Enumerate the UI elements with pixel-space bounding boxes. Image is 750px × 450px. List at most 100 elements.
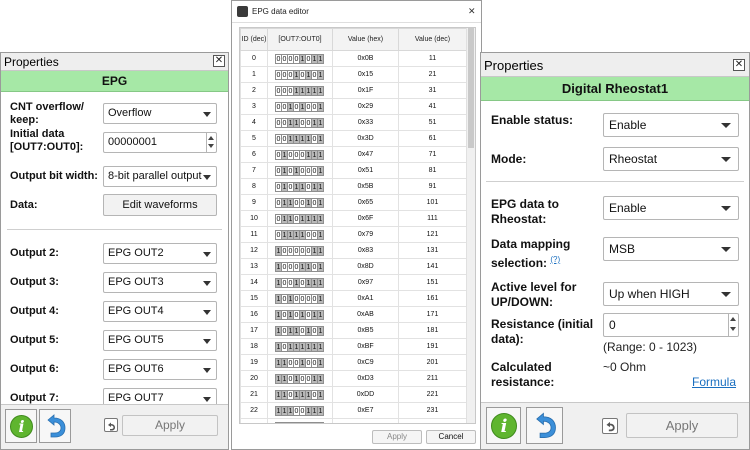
row-hex[interactable]: 0x79	[332, 226, 399, 243]
close-icon[interactable]: ✕	[213, 55, 225, 67]
row-hex[interactable]: 0x29	[332, 98, 399, 115]
col-header-bits[interactable]: [OUT7:OUT0]	[267, 28, 333, 51]
row-dec[interactable]: 131	[398, 242, 467, 259]
row-dec[interactable]: 111	[398, 210, 467, 227]
row-hex[interactable]: 0x1F	[332, 82, 399, 99]
table-row[interactable]: 9 0 1 1 0 0 1 0 1 0x65 101	[240, 194, 467, 211]
row-dec[interactable]: 51	[398, 114, 467, 131]
row-dec[interactable]: 81	[398, 162, 467, 179]
row-hex[interactable]: 0x5B	[332, 178, 399, 195]
bit-cell[interactable]: 1	[317, 213, 324, 224]
output-select[interactable]: EPG OUT3	[103, 272, 217, 293]
scrollbar-thumb[interactable]	[468, 28, 474, 148]
bit-cell[interactable]: 1	[317, 389, 324, 400]
bit-cell[interactable]: 1	[317, 197, 324, 208]
bit-cell[interactable]: 1	[317, 85, 324, 96]
table-row[interactable]: 6 0 1 0 0 0 1 1 1 0x47 71	[240, 146, 467, 163]
bit-cell[interactable]: 1	[317, 165, 324, 176]
table-row[interactable]: 16 1 0 1 0 1 0 1 1 0xAB 171	[240, 306, 467, 323]
row-hex[interactable]: 0xAB	[332, 306, 399, 323]
row-hex[interactable]: 0xE7	[332, 402, 399, 419]
mode-select[interactable]: Rheostat	[603, 147, 739, 171]
output-select[interactable]: EPG OUT5	[103, 330, 217, 351]
row-hex[interactable]: 0xDD	[332, 386, 399, 403]
row-hex[interactable]: 0xD3	[332, 370, 399, 387]
row-dec[interactable]: 211	[398, 370, 467, 387]
info-button[interactable]: i	[486, 407, 521, 444]
reset-button[interactable]	[104, 418, 118, 432]
bit-cell[interactable]: 1	[317, 261, 324, 272]
info-button[interactable]: i	[5, 409, 37, 443]
table-row[interactable]: 21 1 1 0 1 1 1 0 1 0xDD 221	[240, 386, 467, 403]
apply-button[interactable]: Apply	[122, 415, 218, 436]
row-dec[interactable]: 181	[398, 322, 467, 339]
bit-cell[interactable]: 1	[317, 53, 324, 64]
row-hex[interactable]: 0x97	[332, 274, 399, 291]
table-row[interactable]: 1 0 0 0 1 0 1 0 1 0x15 21	[240, 66, 467, 83]
spin-buttons[interactable]	[206, 133, 216, 152]
spin-down-icon[interactable]	[208, 144, 214, 148]
bit-cell[interactable]: 1	[317, 181, 324, 192]
data-mapping-select[interactable]: MSB	[603, 237, 739, 261]
epg-data-select[interactable]: Enable	[603, 196, 739, 220]
bit-cell[interactable]: 1	[317, 133, 324, 144]
bit-cell[interactable]: 1	[317, 245, 324, 256]
vertical-scrollbar[interactable]	[466, 28, 475, 423]
row-hex[interactable]: 0x51	[332, 162, 399, 179]
table-row[interactable]: 0 0 0 0 0 1 0 1 1 0x0B 11	[240, 50, 467, 67]
bit-cell[interactable]: 1	[317, 101, 324, 112]
table-row[interactable]: 11 0 1 1 1 1 0 0 1 0x79 121	[240, 226, 467, 243]
row-hex[interactable]: 0xB5	[332, 322, 399, 339]
table-row[interactable]: 20 1 1 0 1 0 0 1 1 0xD3 211	[240, 370, 467, 387]
spin-up-icon[interactable]	[208, 136, 214, 140]
col-header-dec[interactable]: Value (dec)	[398, 28, 467, 51]
row-hex[interactable]: 0x8D	[332, 258, 399, 275]
table-row[interactable]: 19 1 1 0 0 1 0 0 1 0xC9 201	[240, 354, 467, 371]
dialog-apply-button[interactable]: Apply	[372, 430, 422, 444]
edit-waveforms-button[interactable]: Edit waveforms	[103, 194, 217, 216]
undo-button[interactable]	[39, 409, 71, 443]
bit-cell[interactable]: 1	[317, 229, 324, 240]
row-dec[interactable]: 41	[398, 98, 467, 115]
resistance-input[interactable]: 0	[603, 313, 739, 337]
table-row[interactable]: 8 0 1 0 1 1 0 1 1 0x5B 91	[240, 178, 467, 195]
table-row[interactable]: 4 0 0 1 1 0 0 1 1 0x33 51	[240, 114, 467, 131]
row-hex[interactable]: 0x65	[332, 194, 399, 211]
row-dec[interactable]: 0	[398, 418, 467, 423]
bit-cell[interactable]: 1	[317, 357, 324, 368]
apply-button[interactable]: Apply	[626, 413, 738, 438]
table-row[interactable]: 22 1 1 1 0 0 1 1 1 0xE7 231	[240, 402, 467, 419]
row-hex[interactable]: 0x6F	[332, 210, 399, 227]
bit-cell[interactable]: 1	[317, 341, 324, 352]
bit-cell[interactable]: 1	[317, 69, 324, 80]
table-row[interactable]: 3 0 0 1 0 1 0 0 1 0x29 41	[240, 98, 467, 115]
row-dec[interactable]: 201	[398, 354, 467, 371]
dialog-cancel-button[interactable]: Cancel	[426, 430, 476, 444]
row-hex[interactable]: 0xBF	[332, 338, 399, 355]
row-hex[interactable]: 0x33	[332, 114, 399, 131]
col-header-id[interactable]: ID (dec)	[240, 28, 268, 51]
row-hex[interactable]: 0xC9	[332, 354, 399, 371]
spin-down-icon[interactable]	[730, 327, 736, 331]
row-dec[interactable]: 101	[398, 194, 467, 211]
table-row[interactable]: 15 1 0 1 0 0 0 0 1 0xA1 161	[240, 290, 467, 307]
bit-cell[interactable]: 1	[317, 309, 324, 320]
close-icon[interactable]: ✕	[468, 6, 476, 17]
row-dec[interactable]: 91	[398, 178, 467, 195]
formula-link[interactable]: Formula	[692, 375, 736, 389]
output-select[interactable]: EPG OUT4	[103, 301, 217, 322]
row-dec[interactable]: 191	[398, 338, 467, 355]
row-hex[interactable]: 0x3D	[332, 130, 399, 147]
cnt-overflow-select[interactable]: Overflow	[103, 103, 217, 124]
initial-data-input[interactable]: 00000001	[103, 132, 217, 153]
output-bit-width-select[interactable]: 8-bit parallel output	[103, 166, 217, 187]
bit-cell[interactable]: 1	[317, 117, 324, 128]
table-row[interactable]: 5 0 0 1 1 1 1 0 1 0x3D 61	[240, 130, 467, 147]
row-hex[interactable]: 0x83	[332, 242, 399, 259]
table-row[interactable]: 2 0 0 0 1 1 1 1 1 0x1F 31	[240, 82, 467, 99]
close-icon[interactable]: ✕	[733, 59, 745, 71]
spin-buttons[interactable]	[728, 314, 738, 336]
table-row[interactable]: 18 1 0 1 1 1 1 1 1 0xBF 191	[240, 338, 467, 355]
row-dec[interactable]: 61	[398, 130, 467, 147]
bit-cell[interactable]: 1	[317, 149, 324, 160]
